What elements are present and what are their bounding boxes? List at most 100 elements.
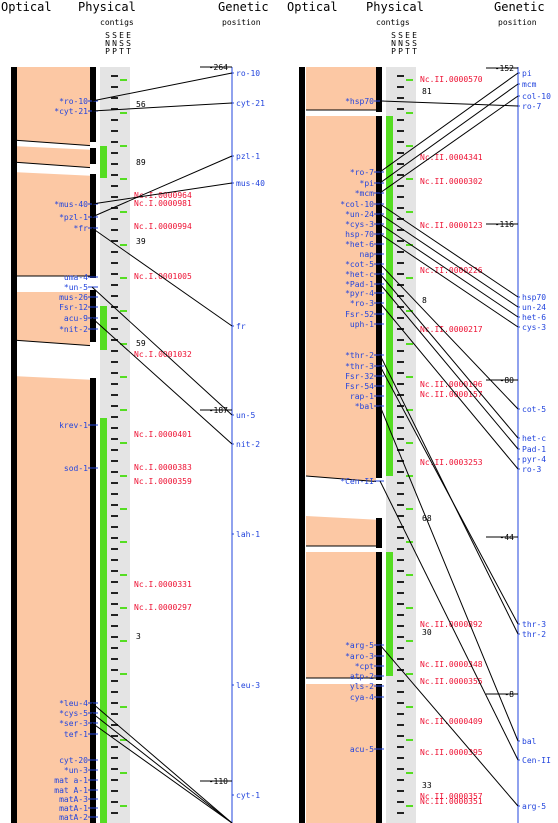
genetic-gene-label: pyr-4 xyxy=(522,455,546,464)
contig-mark xyxy=(111,537,118,539)
genetic-gene-label: un-5 xyxy=(236,411,255,420)
genetic-position-label: -264 xyxy=(209,63,228,72)
contig-mark xyxy=(397,713,404,715)
marker-mark xyxy=(406,673,413,675)
contig-label: Nc.I.0000331 xyxy=(134,580,192,589)
genetic-gene-label: ro-7 xyxy=(522,102,541,111)
marker-mark xyxy=(406,211,413,213)
marker-mark xyxy=(406,145,413,147)
marker-mark xyxy=(406,640,413,642)
contig-mark xyxy=(397,625,404,627)
contig-mark xyxy=(397,141,404,143)
optical-gene-label: *cys-3 xyxy=(345,220,374,229)
contig-label: Nc.II.0000409 xyxy=(420,717,483,726)
optical-gene-label: atp-2 xyxy=(350,672,374,681)
marker-mark xyxy=(120,79,127,81)
optical-gene-label: *un-24 xyxy=(345,210,374,219)
contig-mark xyxy=(111,328,118,330)
genetic-gene-label: thr-2 xyxy=(522,630,546,639)
contig-mark xyxy=(397,592,404,594)
contig-mark xyxy=(397,75,404,77)
contig-mark xyxy=(397,537,404,539)
contig-mark xyxy=(397,427,404,429)
marker-mark xyxy=(120,805,127,807)
contig-mark xyxy=(111,273,118,275)
genetic-position-label: -110 xyxy=(209,777,228,786)
contig-mark xyxy=(111,493,118,495)
contig-mark xyxy=(397,251,404,253)
contig-mark xyxy=(397,559,404,561)
marker-bar xyxy=(100,418,107,823)
contig-mark xyxy=(397,603,404,605)
optical-gene-label: matA-2 xyxy=(59,813,88,822)
contig-mark xyxy=(111,515,118,517)
marker-mark xyxy=(406,277,413,279)
genetic-position-label: -187 xyxy=(209,406,228,415)
optical-gene-label: *pi xyxy=(360,179,375,188)
genetic-position-label: -116 xyxy=(495,220,514,229)
optical-gene-label: rap-1 xyxy=(350,392,374,401)
contig-mark xyxy=(111,449,118,451)
contig-mark xyxy=(111,196,118,198)
contig-number: 30 xyxy=(422,628,432,637)
contig-mark xyxy=(111,262,118,264)
contig-mark xyxy=(397,108,404,110)
marker-mark xyxy=(120,409,127,411)
genetic-gene-label: Pad-1 xyxy=(522,445,546,454)
marker-mark xyxy=(120,475,127,477)
genetic-gene-label: fr xyxy=(236,322,246,331)
optical-gene-label: acu-9 xyxy=(64,314,88,323)
contig-mark xyxy=(111,416,118,418)
contig-mark xyxy=(111,691,118,693)
optical-gene-label: *nit-2 xyxy=(59,325,88,334)
optical-gene-label: *het-6 xyxy=(345,240,374,249)
optical-gene-label: *cpt xyxy=(355,662,374,671)
optical-gene-label: Fsr-32 xyxy=(345,372,374,381)
contig-mark xyxy=(397,790,404,792)
marker-mark xyxy=(120,244,127,246)
contig-number: 8 xyxy=(422,296,427,305)
marker-mark xyxy=(120,178,127,180)
marker-mark xyxy=(406,739,413,741)
optical-gene-label: Fsr-52 xyxy=(345,310,374,319)
optical-gene-label: *col-10 xyxy=(340,200,374,209)
marker-mark xyxy=(120,706,127,708)
contig-mark xyxy=(111,284,118,286)
optical-edge-gap xyxy=(90,342,96,378)
contig-mark xyxy=(111,768,118,770)
marker-mark xyxy=(406,376,413,378)
genetic-gene-label: het-c xyxy=(522,434,546,443)
contig-mark xyxy=(397,273,404,275)
marker-mark xyxy=(120,607,127,609)
contig-mark xyxy=(111,757,118,759)
contig-mark xyxy=(397,647,404,649)
contig-mark xyxy=(397,735,404,737)
optical-edge-gap xyxy=(376,548,382,552)
optical-gene-label: *thr-3 xyxy=(345,362,374,371)
contig-mark xyxy=(397,636,404,638)
optical-gene-label: Fsr-12 xyxy=(59,303,88,312)
contig-number: 3 xyxy=(136,632,141,641)
contig-mark xyxy=(111,713,118,715)
marker-mark xyxy=(406,574,413,576)
genetic-gene-label: het-6 xyxy=(522,313,546,322)
genetic-gene-label: pi xyxy=(522,69,532,78)
optical-gene-label: mat a-1 xyxy=(54,776,88,785)
contig-mark xyxy=(111,130,118,132)
optical-gene-label: cya-4 xyxy=(350,693,374,702)
genetic-gene-label: hsp70 xyxy=(522,293,546,302)
contig-mark xyxy=(111,185,118,187)
contig-label: Nc.I.0000383 xyxy=(134,463,192,472)
optical-gene-label: mat A-1 xyxy=(54,786,88,795)
genetic-gene-label: thr-3 xyxy=(522,620,546,629)
genetic-position-label: -44 xyxy=(500,533,515,542)
contig-mark xyxy=(397,416,404,418)
contig-mark xyxy=(397,691,404,693)
contig-mark xyxy=(111,636,118,638)
contig-mark xyxy=(397,207,404,209)
chromosome-bar xyxy=(299,67,305,823)
genetic-gene-label: leu-3 xyxy=(236,681,260,690)
genetic-position-label: -152 xyxy=(495,64,514,73)
contig-label: Nc.I.0000994 xyxy=(134,222,192,231)
optical-gene-label: *ser-3 xyxy=(59,719,88,728)
